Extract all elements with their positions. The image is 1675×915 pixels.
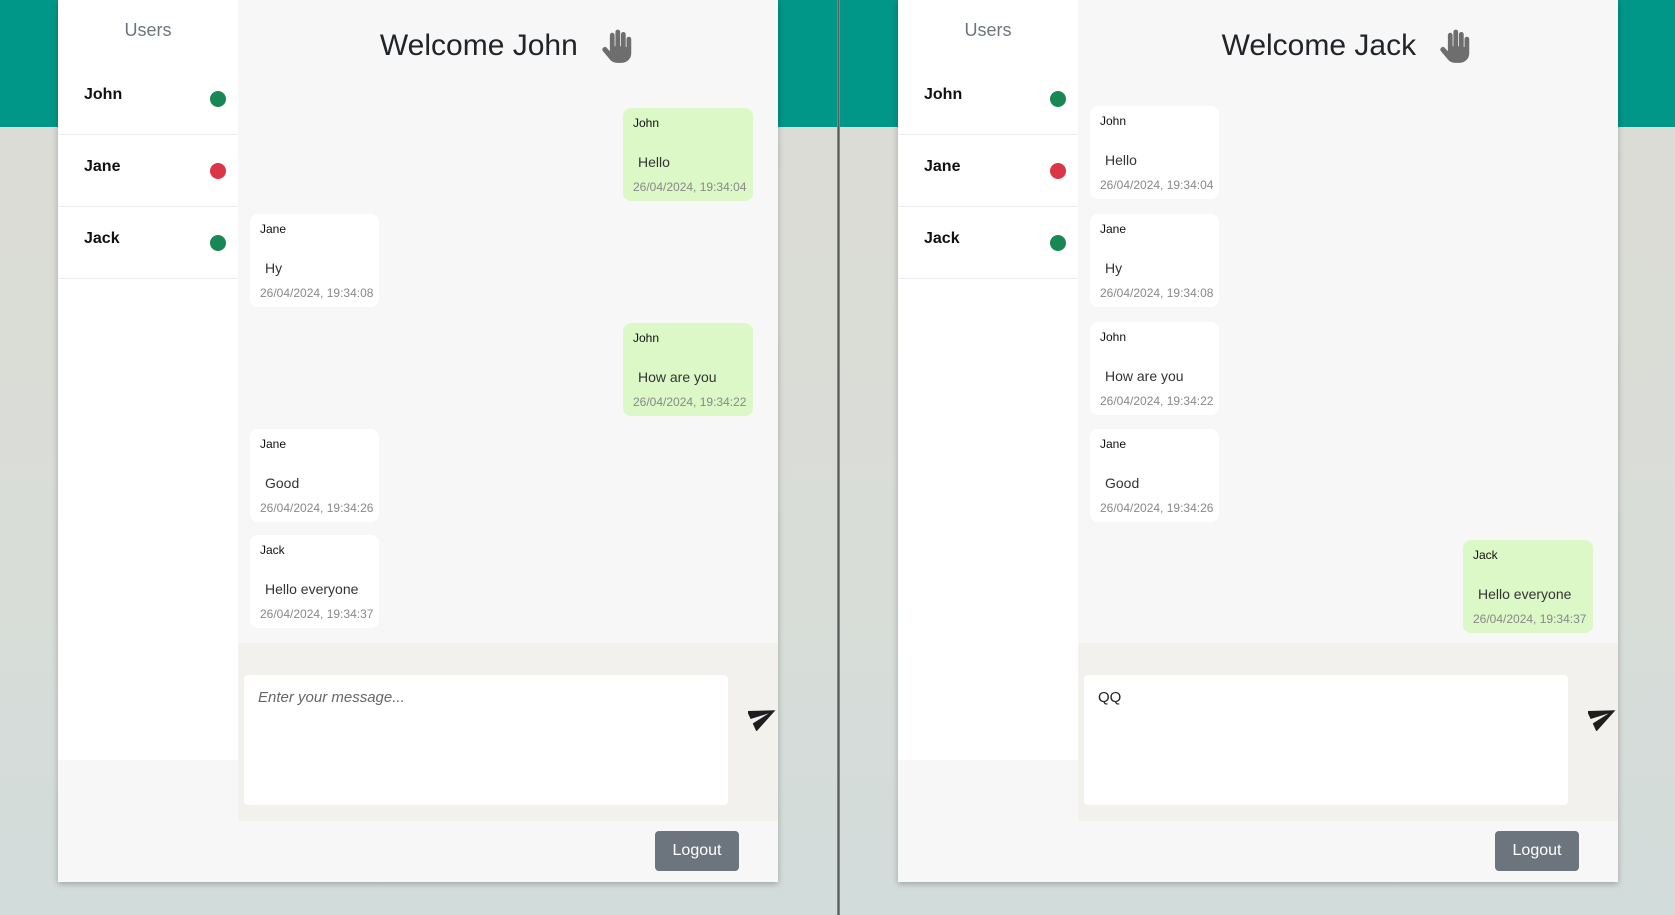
message-text: Hello [638, 154, 670, 170]
message-time: 26/04/2024, 19:34:04 [633, 180, 747, 194]
message-bubble-received: Jack Hello everyone 26/04/2024, 19:34:37 [250, 535, 379, 628]
sidebar-item-john[interactable]: John [58, 62, 238, 135]
message-time: 26/04/2024, 19:34:37 [1473, 612, 1587, 626]
user-name: Jane [924, 158, 961, 175]
welcome-text: Welcome Jack [1221, 28, 1417, 62]
user-name: John [84, 86, 123, 103]
chat-main: Welcome John John Hello 26/04/2024, 19:3… [238, 0, 778, 882]
sidebar-item-jack[interactable]: Jack [898, 206, 1078, 279]
hand-wave-icon [598, 28, 636, 66]
welcome-heading: Welcome John [238, 28, 778, 66]
message-time: 26/04/2024, 19:34:04 [1100, 178, 1214, 192]
users-title: Users [964, 20, 1012, 40]
message-bubble-received: Jane Good 26/04/2024, 19:34:26 [1090, 429, 1219, 522]
message-sender: John [633, 331, 660, 345]
chat-app: Users John Jane Jack Welcome Jack John H… [898, 0, 1618, 882]
welcome-text: Welcome John [379, 28, 578, 62]
message-time: 26/04/2024, 19:34:22 [633, 395, 747, 409]
message-sender: Jane [260, 437, 287, 451]
message-text: Good [265, 475, 300, 491]
status-offline-icon [1050, 163, 1066, 179]
user-name: John [924, 86, 963, 103]
chat-main: Welcome Jack John Hello 26/04/2024, 19:3… [1078, 0, 1618, 882]
logout-button[interactable]: Logout [655, 831, 739, 871]
message-bubble-received: Jane Good 26/04/2024, 19:34:26 [250, 429, 379, 522]
right-window: Users John Jane Jack Welcome Jack John H… [840, 0, 1675, 915]
user-name: Jack [84, 230, 120, 247]
message-text: Good [1105, 475, 1140, 491]
status-online-icon [1050, 91, 1066, 107]
message-text: Hello [1105, 152, 1137, 168]
message-input[interactable] [1084, 675, 1568, 805]
message-bubble-received: Jane Hy 26/04/2024, 19:34:08 [1090, 214, 1219, 307]
message-input[interactable] [244, 675, 728, 805]
users-title: Users [124, 20, 172, 40]
message-bubble-received: John How are you 26/04/2024, 19:34:22 [1090, 322, 1219, 415]
sidebar-item-john[interactable]: John [898, 62, 1078, 135]
message-bubble-received: Jane Hy 26/04/2024, 19:34:08 [250, 214, 379, 307]
message-time: 26/04/2024, 19:34:26 [260, 501, 374, 515]
sidebar-item-jane[interactable]: Jane [58, 134, 238, 207]
message-bubble-sent: Jack Hello everyone 26/04/2024, 19:34:37 [1463, 540, 1593, 633]
message-sender: Jane [1100, 222, 1127, 236]
users-sidebar: Users John Jane Jack [898, 0, 1079, 882]
message-composer [238, 643, 778, 821]
message-text: Hello everyone [265, 581, 359, 597]
message-sender: Jane [1100, 437, 1127, 451]
hand-wave-icon [1436, 28, 1474, 66]
message-time: 26/04/2024, 19:34:37 [260, 607, 374, 621]
user-name: Jack [924, 230, 960, 247]
send-icon[interactable] [1586, 701, 1618, 732]
message-text: Hy [265, 260, 283, 276]
message-composer [1078, 643, 1618, 821]
message-sender: John [1100, 330, 1127, 344]
send-icon[interactable] [746, 701, 778, 732]
status-online-icon [1050, 235, 1066, 251]
message-sender: John [1100, 114, 1127, 128]
status-online-icon [210, 235, 226, 251]
status-online-icon [210, 91, 226, 107]
message-time: 26/04/2024, 19:34:26 [1100, 501, 1214, 515]
message-sender: Jack [1473, 548, 1498, 562]
message-bubble-sent: John How are you 26/04/2024, 19:34:22 [623, 323, 753, 416]
message-text: How are you [1105, 368, 1184, 384]
message-sender: John [633, 116, 660, 130]
status-offline-icon [210, 163, 226, 179]
message-time: 26/04/2024, 19:34:08 [260, 286, 374, 300]
left-window: Users John Jane Jack Welcome John John H… [0, 0, 838, 915]
sidebar-item-jack[interactable]: Jack [58, 206, 238, 279]
message-bubble-sent: John Hello 26/04/2024, 19:34:04 [623, 108, 753, 201]
message-time: 26/04/2024, 19:34:22 [1100, 394, 1214, 408]
sidebar-item-jane[interactable]: Jane [898, 134, 1078, 207]
message-text: Hy [1105, 260, 1123, 276]
message-text: How are you [638, 369, 717, 385]
logout-button[interactable]: Logout [1495, 831, 1579, 871]
users-sidebar: Users John Jane Jack [58, 0, 239, 882]
message-text: Hello everyone [1478, 586, 1572, 602]
message-time: 26/04/2024, 19:34:08 [1100, 286, 1214, 300]
message-bubble-received: John Hello 26/04/2024, 19:34:04 [1090, 106, 1219, 199]
welcome-heading: Welcome Jack [1078, 28, 1618, 66]
message-sender: Jane [260, 222, 287, 236]
message-sender: Jack [260, 543, 285, 557]
user-name: Jane [84, 158, 121, 175]
chat-app: Users John Jane Jack Welcome John John H… [58, 0, 778, 882]
